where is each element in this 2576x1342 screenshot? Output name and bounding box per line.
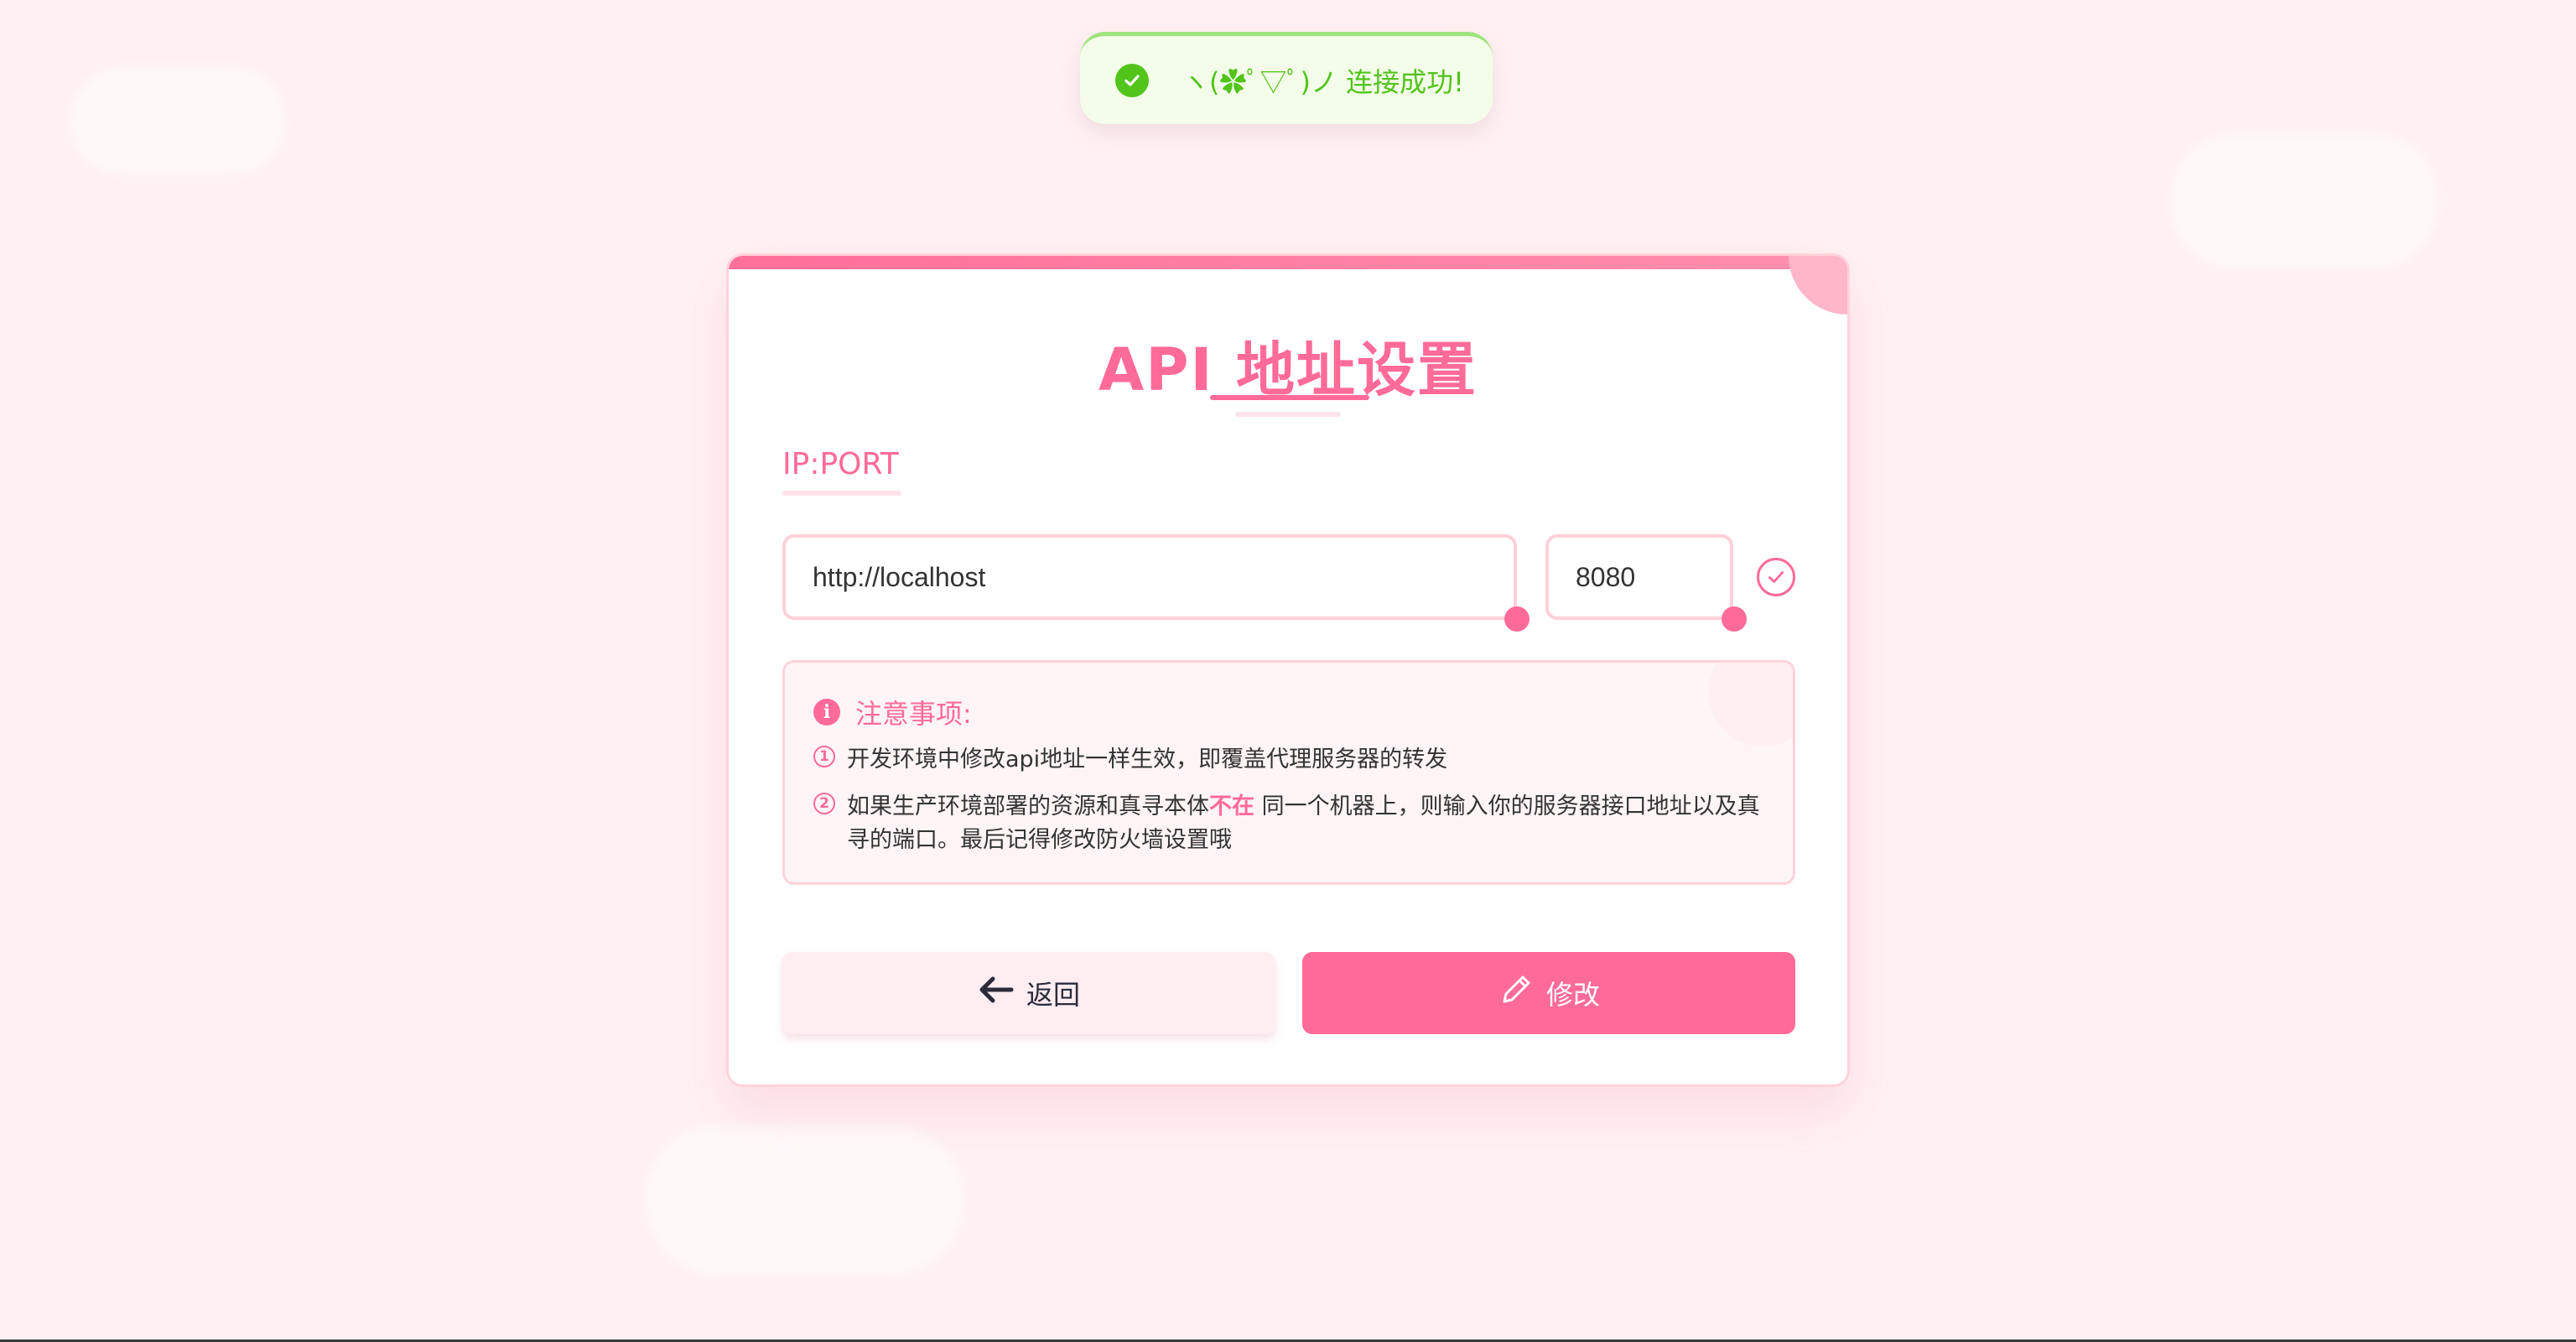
item-highlight: 不在 [1209,793,1254,819]
port-input[interactable] [1545,534,1733,620]
item-text-before: 如果生产环境部署的资源和真寻本体 [847,793,1209,819]
card-corner-decoration [1789,256,1847,315]
notice-title: 注意事项: [855,698,972,730]
decorative-cloud [70,67,285,174]
page: ヽ(✿ﾟ▽ﾟ)ノ 连接成功! API 地址设置 IP:PORT i 注意事项: … [0,0,2576,1342]
notice-box: i 注意事项: 1 开发环境中修改api地址一样生效，即覆盖代理服务器的转发 2… [782,660,1795,885]
check-circle-icon [1115,63,1149,97]
decorative-cloud [2170,134,2438,268]
edit-button[interactable]: 修改 [1302,952,1795,1034]
api-settings-card: API 地址设置 IP:PORT i 注意事项: 1 开发环境中修改api地址一… [726,253,1850,1087]
check-circle-outline-icon[interactable] [1757,558,1795,596]
port-input-dot [1722,606,1747,632]
pencil-icon [1498,971,1535,1015]
info-icon: i [813,699,840,726]
notice-header: i 注意事项: [813,693,972,731]
item-text: 开发环境中修改api地址一样生效，即覆盖代理服务器的转发 [847,746,1448,772]
title-main: 地址设置 [1235,336,1478,404]
title-underline [1210,395,1369,400]
notice-item: 1 开发环境中修改api地址一样生效，即覆盖代理服务器的转发 [813,743,1778,777]
title-prefix: API [1098,336,1236,404]
notice-item: 2 如果生产环境部署的资源和真寻本体不在 同一个机器上，则输入你的服务器接口地址… [813,790,1778,857]
ip-port-label: IP:PORT [782,447,899,481]
host-input[interactable] [782,534,1517,620]
label-underline [782,491,901,496]
item-text: 如果生产环境部署的资源和真寻本体不在 同一个机器上，则输入你的服务器接口地址以及… [847,790,1778,857]
back-button[interactable]: 返回 [782,952,1275,1034]
back-button-label: 返回 [1026,979,1080,1011]
toast-message: ヽ(✿ﾟ▽ﾟ)ノ 连接成功! [1182,65,1464,98]
title-underline-secondary [1235,412,1341,417]
arrow-left-icon [978,975,1015,1012]
item-number: 1 [813,746,835,767]
decorative-cloud [646,1124,964,1275]
edit-button-label: 修改 [1545,979,1600,1011]
host-input-dot [1504,606,1530,632]
success-toast: ヽ(✿ﾟ▽ﾟ)ノ 连接成功! [1080,32,1493,124]
card-top-accent [729,256,1847,269]
notice-decoration [1709,663,1793,746]
item-number: 2 [813,793,835,814]
